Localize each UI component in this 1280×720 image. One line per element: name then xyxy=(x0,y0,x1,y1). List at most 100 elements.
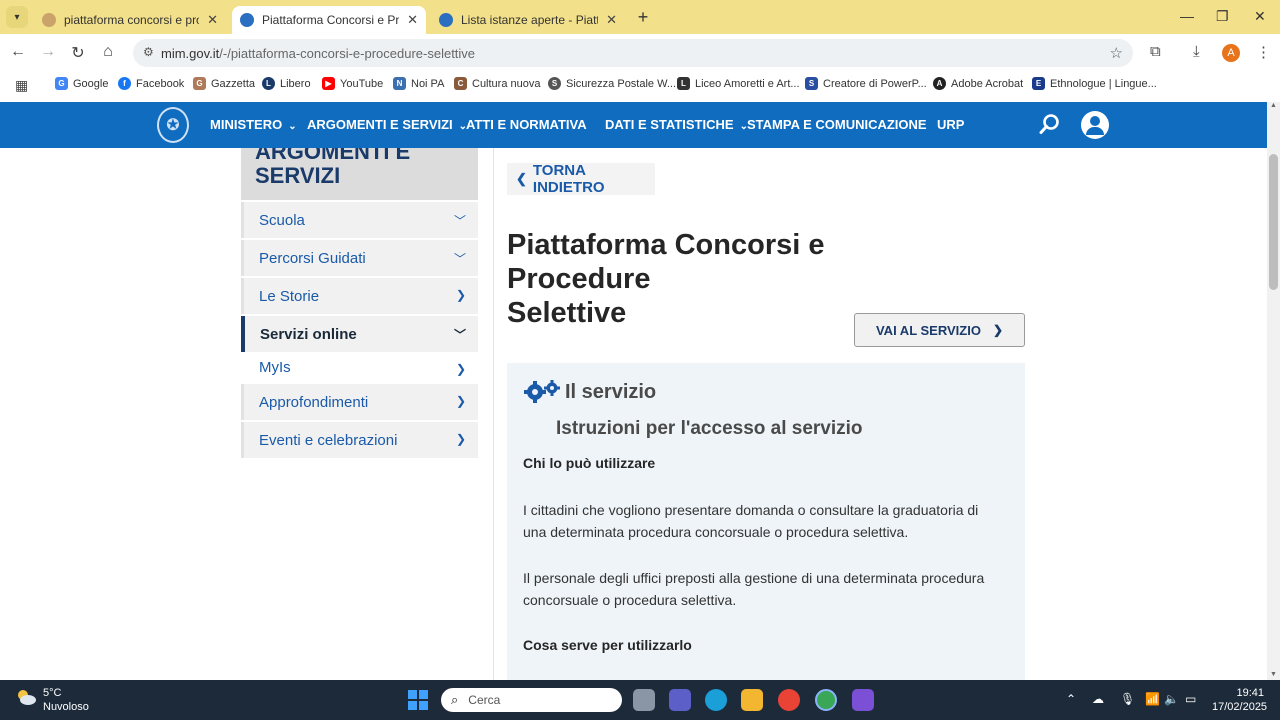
scroll-up-arrow-icon[interactable]: ▲ xyxy=(1270,102,1277,109)
sidebar-item-approfondimenti[interactable]: Approfondimenti ❯ xyxy=(241,384,478,420)
volume-icon[interactable]: 🔈 xyxy=(1164,692,1179,706)
search-icon: ⌕ xyxy=(451,692,459,707)
forward-arrow-icon[interactable]: → xyxy=(38,43,58,61)
service-section-title: Il servizio xyxy=(565,381,657,403)
bookmark-label: Gazzetta xyxy=(211,77,256,90)
close-tab-icon[interactable]: ✕ xyxy=(407,12,418,28)
microphone-icon[interactable]: 🎙 xyxy=(1120,692,1135,706)
sidebar-item-scuola[interactable]: Scuola ﹀ xyxy=(241,202,478,238)
chevron-up-icon[interactable]: ⌃ xyxy=(1066,692,1076,706)
reload-icon[interactable]: ↻ xyxy=(68,43,88,63)
google-icon: G xyxy=(55,77,68,90)
taskbar-search-box[interactable]: ⌕ Cerca xyxy=(441,688,622,712)
page-title-line1: Piattaforma Concorsi e Procedure xyxy=(507,229,825,295)
onedrive-cloud-icon[interactable]: ☁ xyxy=(1092,692,1104,706)
nav-label: STAMPA E COMUNICAZIONE xyxy=(747,117,927,132)
bookmark-google[interactable]: G Google xyxy=(55,77,108,90)
clock-time: 19:41 xyxy=(1236,687,1264,699)
sidebar-item-label: Le Storie xyxy=(259,287,320,305)
bookmark-noi-pa[interactable]: N Noi PA xyxy=(393,77,444,90)
bookmark-liceo-amoretti[interactable]: L Liceo Amoretti e Art... xyxy=(677,77,800,90)
sidebar-item-myis[interactable]: MyIs ❯ xyxy=(241,352,478,382)
minimize-icon[interactable]: — xyxy=(1180,8,1194,24)
nav-stampa-comunicazione[interactable]: STAMPA E COMUNICAZIONE xyxy=(747,117,927,132)
nav-urp[interactable]: URP xyxy=(937,117,964,132)
bookmark-creatore-powerpoint[interactable]: S Creatore di PowerP... xyxy=(805,77,927,90)
weather-temperature[interactable]: 5°C xyxy=(43,687,61,699)
user-account-icon[interactable] xyxy=(1081,111,1109,139)
page-scrollbar[interactable]: ▲ ▼ xyxy=(1267,102,1280,680)
search-icon[interactable] xyxy=(1039,113,1061,135)
sidebar-item-percorsi-guidati[interactable]: Percorsi Guidati ﹀ xyxy=(241,240,478,276)
tab-1[interactable]: piattaforma concorsi e procedu ✕ xyxy=(34,6,226,34)
bookmark-libero[interactable]: L Libero xyxy=(262,77,311,90)
chrome-icon[interactable] xyxy=(778,689,800,711)
menu-kebab-icon[interactable]: ⋮ xyxy=(1256,43,1271,61)
bookmark-facebook[interactable]: f Facebook xyxy=(118,77,184,90)
bookmark-ethnologue[interactable]: E Ethnologue | Lingue... xyxy=(1032,77,1157,90)
tab-2-active[interactable]: Piattaforma Concorsi e Proced ✕ xyxy=(232,6,426,34)
nav-dati-statistiche[interactable]: DATI E STATISTICHE ⌄ xyxy=(605,117,748,132)
go-to-service-button[interactable]: VAI AL SERVIZIO ❯ xyxy=(854,313,1025,347)
access-instructions-subtitle: Istruzioni per l'accesso al servizio xyxy=(556,418,863,439)
chevron-down-icon: ﹀ xyxy=(453,328,466,342)
nav-ministero[interactable]: MINISTERO ⌄ xyxy=(210,117,297,132)
chevron-right-icon: ❯ xyxy=(992,323,1004,337)
bookmark-label: YouTube xyxy=(340,77,384,90)
sidebar-item-servizi-online[interactable]: Servizi online ﹀ xyxy=(241,316,478,352)
tab-search-icon[interactable]: ▾ xyxy=(6,6,28,28)
liceo-icon: L xyxy=(677,77,690,90)
chrome-profile-icon[interactable] xyxy=(815,689,837,711)
extensions-icon[interactable]: ⧉ xyxy=(1150,43,1161,60)
close-tab-icon[interactable]: ✕ xyxy=(606,12,617,28)
restore-icon[interactable]: ❐ xyxy=(1216,8,1229,25)
teams-icon[interactable] xyxy=(669,689,691,711)
system-clock[interactable]: 19:41 17/02/2025 xyxy=(1212,686,1267,714)
bookmark-star-icon[interactable]: ☆ xyxy=(1110,44,1123,62)
app-folder-icon[interactable] xyxy=(852,689,874,711)
sidebar-heading: ARGOMENTI E SERVIZI xyxy=(241,148,478,200)
bookmark-adobe-acrobat[interactable]: A Adobe Acrobat xyxy=(933,77,1023,90)
bookmark-gazzetta[interactable]: G Gazzetta xyxy=(193,77,255,90)
site-info-icon[interactable]: ⚙ xyxy=(143,45,154,59)
who-can-use-paragraph-2: Il personale degli uffici preposti alla … xyxy=(523,570,985,608)
requirements-heading: Cosa serve per utilizzarlo xyxy=(523,637,692,653)
file-explorer-icon[interactable] xyxy=(741,689,763,711)
task-view-icon[interactable] xyxy=(633,689,655,711)
scrollbar-thumb[interactable] xyxy=(1269,154,1278,290)
sidebar-item-eventi-celebrazioni[interactable]: Eventi e celebrazioni ❯ xyxy=(241,422,478,458)
url-text: mim.gov.it/-/piattaforma-concorsi-e-proc… xyxy=(161,46,475,61)
windows-start-icon[interactable] xyxy=(408,690,428,710)
sidebar-item-le-storie[interactable]: Le Storie ❯ xyxy=(241,278,478,314)
close-window-icon[interactable]: ✕ xyxy=(1254,8,1266,25)
edge-icon[interactable] xyxy=(705,689,727,711)
tab-3[interactable]: Lista istanze aperte - Piattaform ✕ xyxy=(431,6,625,34)
bookmark-cultura-nuova[interactable]: C Cultura nuova xyxy=(454,77,541,90)
close-tab-icon[interactable]: ✕ xyxy=(207,12,218,28)
profile-avatar[interactable]: A xyxy=(1222,44,1240,62)
apps-grid-icon[interactable]: ▦ xyxy=(15,77,28,94)
back-button[interactable]: ❮ TORNA INDIETRO xyxy=(507,162,655,196)
cloudy-weather-icon[interactable] xyxy=(15,688,37,706)
back-arrow-icon[interactable]: ← xyxy=(8,43,28,61)
new-tab-button[interactable]: + xyxy=(632,6,654,28)
battery-icon[interactable]: ▭ xyxy=(1185,692,1196,706)
address-bar[interactable]: ⚙ mim.gov.it/-/piattaforma-concorsi-e-pr… xyxy=(133,39,1133,67)
noi-pa-icon: N xyxy=(393,77,406,90)
republic-emblem-logo[interactable]: ✪ xyxy=(157,107,189,143)
gears-icon xyxy=(524,380,560,403)
bookmark-label: Ethnologue | Lingue... xyxy=(1050,77,1157,90)
back-button-label: TORNA INDIETRO xyxy=(532,162,605,196)
home-icon[interactable]: ⌂ xyxy=(98,43,118,61)
cultura-nuova-icon: C xyxy=(454,77,467,90)
bookmark-youtube[interactable]: ▶ YouTube xyxy=(322,77,383,90)
wifi-icon[interactable]: 📶 xyxy=(1145,692,1160,706)
weather-condition[interactable]: Nuvoloso xyxy=(43,701,89,713)
tab-title: Lista istanze aperte - Piattaform xyxy=(461,13,599,27)
nav-argomenti-servizi[interactable]: ARGOMENTI E SERVIZI ⌄ xyxy=(307,117,467,132)
download-icon[interactable]: ⤓ xyxy=(1193,43,1200,60)
scroll-down-arrow-icon[interactable]: ▼ xyxy=(1270,671,1277,678)
gazzetta-icon: G xyxy=(193,77,206,90)
bookmark-sicurezza-postale[interactable]: S Sicurezza Postale W... xyxy=(548,77,676,90)
nav-atti-normativa[interactable]: ATTI E NORMATIVA xyxy=(466,117,587,132)
